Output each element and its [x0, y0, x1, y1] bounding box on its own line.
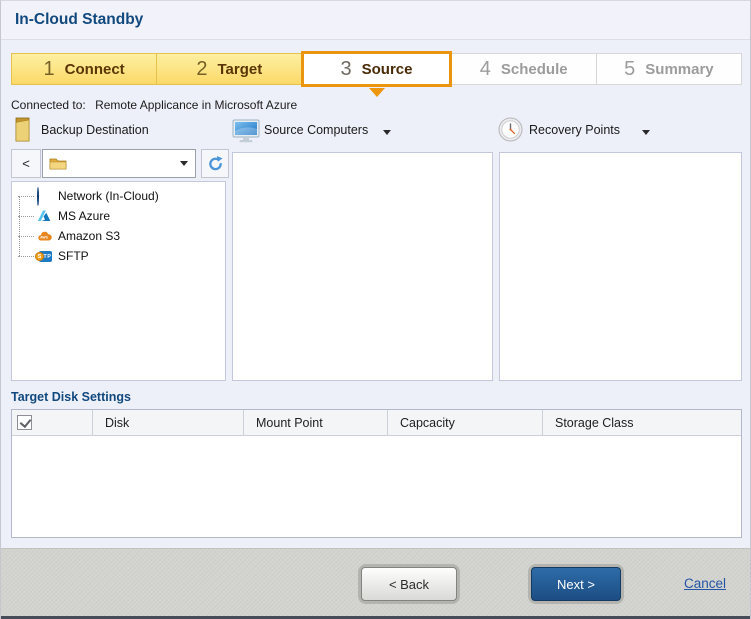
tree-item-label: Network (In-Cloud): [58, 189, 159, 203]
step-label: Summary: [645, 61, 713, 78]
wizard-step-source[interactable]: 3 Source: [301, 51, 451, 87]
backup-destination-title: Backup Destination: [41, 123, 149, 137]
step-label: Target: [218, 61, 263, 78]
tree-item-label: SFTP: [58, 249, 89, 263]
recovery-points-title: Recovery Points: [529, 123, 620, 137]
cancel-link[interactable]: Cancel: [684, 576, 726, 591]
column-header-mount-point: Mount Point: [243, 410, 387, 435]
connected-to-label: Connected to:: [11, 98, 86, 112]
step-number: 1: [44, 59, 55, 79]
table-header-row: Disk Mount Point Capcacity Storage Class: [12, 410, 741, 436]
folder-upright-icon: [13, 116, 32, 143]
wizard-step-summary[interactable]: 5 Summary: [596, 53, 742, 85]
globe-icon: [36, 188, 52, 204]
source-computers-list[interactable]: [232, 152, 493, 381]
monitor-icon: [232, 119, 260, 143]
recovery-points-dropdown-icon[interactable]: [642, 130, 650, 135]
step-label: Schedule: [501, 61, 568, 78]
column-header-capacity: Capcacity: [387, 410, 542, 435]
aws-cloud-icon: AWS: [36, 228, 52, 244]
select-all-checkbox[interactable]: [17, 415, 32, 430]
tree-item-label: MS Azure: [58, 209, 110, 223]
connected-to-status: Connected to: Remote Applicance in Micro…: [11, 98, 297, 112]
next-button-focus-ring: Next >: [528, 564, 624, 604]
folder-icon: [49, 156, 67, 171]
step-number: 3: [341, 59, 352, 79]
column-header-disk: Disk: [92, 410, 243, 435]
back-button-focus-ring: < Back: [358, 564, 460, 604]
target-disk-table: Disk Mount Point Capcacity Storage Class: [11, 409, 742, 538]
step-number: 5: [624, 59, 635, 79]
wizard-step-bar: 1 Connect 2 Target 3 Source 4 Schedule 5…: [11, 53, 742, 85]
title-bar: In-Cloud Standby: [1, 1, 750, 40]
tree-item-amazon-s3[interactable]: AWS Amazon S3: [12, 226, 225, 246]
backup-destination-tree-panel[interactable]: Network (In-Cloud) MS Azure AWS: [11, 181, 226, 381]
step-number: 2: [196, 59, 207, 79]
destination-combobox[interactable]: [42, 149, 196, 178]
back-button[interactable]: < Back: [361, 567, 457, 601]
collapse-button[interactable]: <: [11, 149, 41, 178]
source-computers-dropdown-icon[interactable]: [383, 130, 391, 135]
refresh-button[interactable]: [201, 149, 229, 178]
connected-to-value: Remote Applicance in Microsoft Azure: [95, 98, 297, 112]
recovery-points-list[interactable]: [499, 152, 742, 381]
wizard-step-connect[interactable]: 1 Connect: [11, 53, 157, 85]
sftp-icon: FTP S: [36, 248, 52, 264]
column-header-storage-class: Storage Class: [542, 410, 741, 435]
target-disk-settings-title: Target Disk Settings: [11, 390, 131, 404]
step-number: 4: [480, 59, 491, 79]
destination-tree: Network (In-Cloud) MS Azure AWS: [12, 186, 225, 266]
refresh-icon: [207, 155, 224, 172]
source-computers-title: Source Computers: [264, 123, 368, 137]
tree-item-label: Amazon S3: [58, 229, 120, 243]
tree-item-sftp[interactable]: FTP S SFTP: [12, 246, 225, 266]
step-label: Connect: [65, 61, 125, 78]
tree-item-network-in-cloud[interactable]: Network (In-Cloud): [12, 186, 225, 206]
dropdown-caret-icon: [180, 161, 188, 166]
in-cloud-standby-dialog: In-Cloud Standby 1 Connect 2 Target 3 So…: [0, 0, 751, 619]
clock-icon: [498, 117, 523, 142]
collapse-button-label: <: [22, 156, 30, 171]
next-button[interactable]: Next >: [531, 567, 621, 601]
active-step-pointer-icon: [369, 88, 385, 97]
svg-text:AWS: AWS: [40, 236, 48, 240]
tree-item-ms-azure[interactable]: MS Azure: [12, 206, 225, 226]
azure-icon: [36, 208, 52, 224]
wizard-step-target[interactable]: 2 Target: [156, 53, 302, 85]
step-label: Source: [362, 61, 413, 78]
wizard-step-schedule[interactable]: 4 Schedule: [451, 53, 597, 85]
page-title: In-Cloud Standby: [15, 11, 143, 29]
